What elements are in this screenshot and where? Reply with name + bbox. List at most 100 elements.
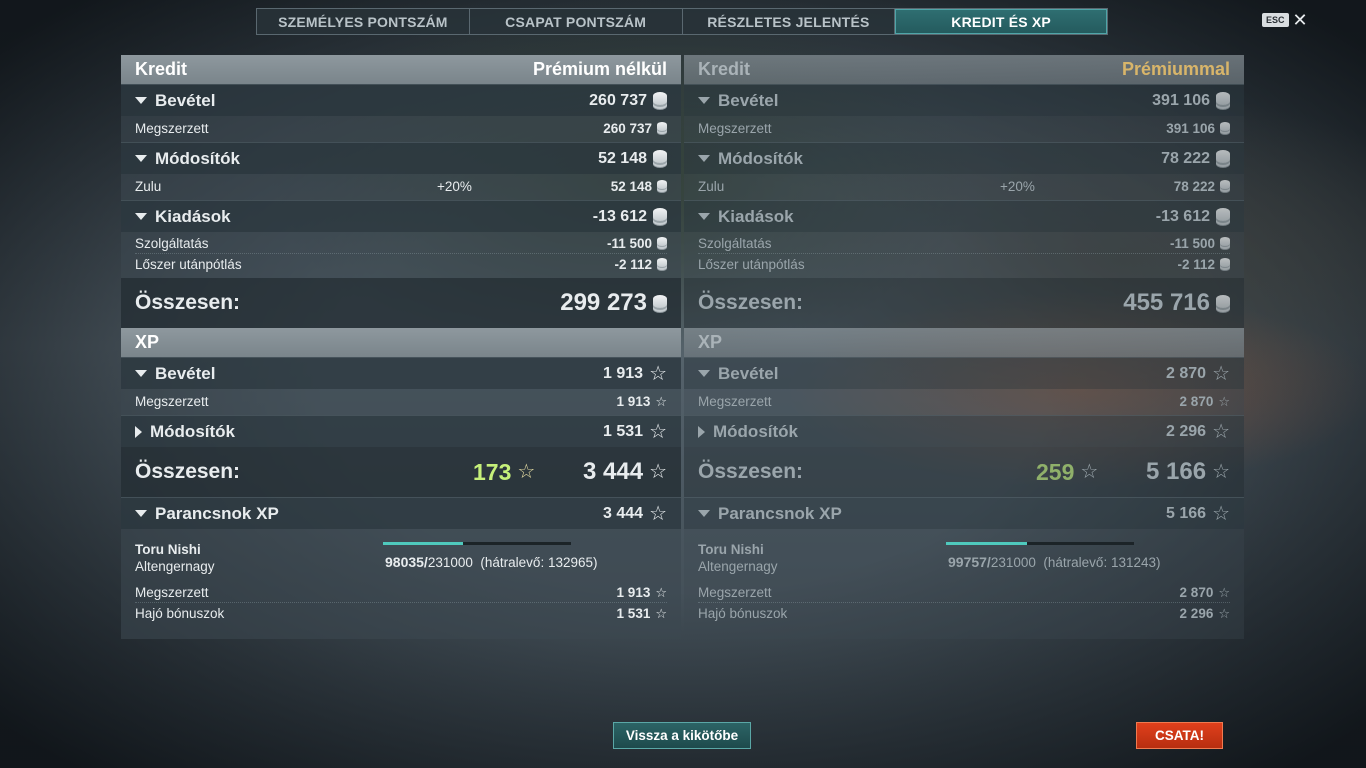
credits-icon <box>1216 150 1230 163</box>
xp-header-title: XP <box>698 332 723 352</box>
collapse-arrow-icon <box>135 213 147 220</box>
xp-star-icon: ☆ <box>1212 420 1230 443</box>
esc-key-badge: ESC <box>1262 13 1289 27</box>
row-value: 78 222 <box>1173 178 1215 194</box>
credits-icon <box>1220 257 1230 267</box>
section-label: Kiadások <box>155 206 231 226</box>
section-value: 260 737 <box>589 91 647 109</box>
xp-star-icon: ☆ <box>1218 605 1230 621</box>
xp-modifiers-section[interactable]: Módosítók 1 531 ☆ <box>121 415 681 447</box>
credits-icon <box>653 208 667 221</box>
expand-arrow-icon <box>698 425 705 438</box>
commander-name: Toru Nishi <box>135 542 201 557</box>
commander-xp-section[interactable]: Parancsnok XP 3 444 ☆ <box>121 497 681 529</box>
tab-credit-xp[interactable]: KREDIT ÉS XP <box>895 9 1107 34</box>
row-label: Hajó bónuszok <box>698 605 788 621</box>
row-label: Lőszer utánpótlás <box>698 256 805 272</box>
xp-income-rows: Megszerzett 1 913 ☆ <box>121 389 681 415</box>
xp-income-section[interactable]: Bevétel 1 913 ☆ <box>121 357 681 389</box>
battle-button[interactable]: CSATA! <box>1136 722 1223 749</box>
section-label: Kiadások <box>718 206 794 226</box>
report-tabs: SZEMÉLYES PONTSZÁM CSAPAT PONTSZÁM RÉSZL… <box>256 8 1108 35</box>
row-label: Zulu <box>698 178 725 194</box>
credits-icon <box>657 121 667 131</box>
credits-icon <box>657 237 667 246</box>
collapse-arrow-icon <box>135 97 147 104</box>
xp-modifiers-section[interactable]: Módosítók 2 296 ☆ <box>684 415 1244 447</box>
progress-fill <box>383 542 463 545</box>
credit-total: Összesen: 455 716 <box>684 278 1244 328</box>
row-label: Megszerzett <box>698 585 772 600</box>
xp-star-icon: ☆ <box>1212 362 1230 385</box>
credit-header-title: Kredit <box>135 59 188 79</box>
xp-star-icon: ☆ <box>1212 461 1230 483</box>
collapse-arrow-icon <box>698 510 710 517</box>
commander-details: Toru Nishi Altengernagy 98035/231000 (há… <box>121 529 681 639</box>
credit-mode-label: Prémiummal <box>1121 59 1230 79</box>
credits-icon <box>653 294 667 308</box>
credit-income-section[interactable]: Bevétel 260 737 <box>121 84 681 116</box>
xp-current: 99757/ <box>948 554 991 570</box>
xp-income-section[interactable]: Bevétel 2 870 ☆ <box>684 357 1244 389</box>
total-value: 3 444 <box>583 458 644 485</box>
row-label: Megszerzett <box>135 585 209 600</box>
list-item: Megszerzett 2 870 ☆ <box>698 391 1230 411</box>
xp-header: XP <box>684 328 1244 357</box>
commander-rank: Altengernagy <box>698 559 778 574</box>
row-label: Szolgáltatás <box>135 236 209 251</box>
free-xp-star-icon: ☆ <box>1080 461 1099 483</box>
credit-expenses-section[interactable]: Kiadások -13 612 <box>121 200 681 232</box>
section-label: Módosítók <box>150 421 235 441</box>
tab-team-score[interactable]: CSAPAT PONTSZÁM <box>470 9 683 34</box>
credit-expense-rows: Szolgáltatás -11 500 Lőszer utánpótlás -… <box>684 232 1244 278</box>
back-to-port-button[interactable]: Vissza a kikötőbe <box>613 722 751 749</box>
credit-mode-label: Prémium nélkül <box>532 59 667 79</box>
close-control[interactable]: ESC ✕ <box>1262 11 1308 29</box>
section-label: Módosítók <box>718 148 803 168</box>
xp-star-icon: ☆ <box>649 420 667 443</box>
commander-xp-section[interactable]: Parancsnok XP 5 166 ☆ <box>684 497 1244 529</box>
section-value: 52 148 <box>598 149 647 167</box>
close-icon[interactable]: ✕ <box>1293 11 1308 29</box>
credits-icon <box>1216 208 1230 221</box>
row-value: 2 870 <box>1179 393 1214 409</box>
credits-icon <box>1216 294 1230 308</box>
section-label: Módosítók <box>713 421 798 441</box>
list-item: Lőszer utánpótlás -2 112 <box>698 254 1230 274</box>
list-item: Zulu +20% 78 222 <box>698 176 1230 196</box>
xp-total: Összesen: 259 ☆ 5 166 ☆ <box>684 447 1244 497</box>
section-value: -13 612 <box>592 207 647 225</box>
panel-without-premium: Kredit Prémium nélkül Bevétel 260 737 Me… <box>121 55 681 639</box>
row-value: 391 106 <box>1166 120 1215 136</box>
list-item: Szolgáltatás -11 500 <box>698 234 1230 254</box>
xp-current: 98035/ <box>385 554 428 570</box>
credits-icon <box>653 150 667 163</box>
tab-personal-score[interactable]: SZEMÉLYES PONTSZÁM <box>257 9 470 34</box>
credits-icon <box>1220 121 1230 131</box>
row-label: Megszerzett <box>698 120 772 136</box>
row-value: -11 500 <box>1169 236 1215 251</box>
credit-modifiers-section[interactable]: Módosítók 52 148 <box>121 142 681 174</box>
list-item: Hajó bónuszok 2 296 ☆ <box>698 603 1230 623</box>
section-value: 391 106 <box>1152 91 1210 109</box>
credits-icon <box>657 257 667 267</box>
credit-expenses-section[interactable]: Kiadások -13 612 <box>684 200 1244 232</box>
credit-modifiers-section[interactable]: Módosítók 78 222 <box>684 142 1244 174</box>
commander-xp-readout: 99757/231000 (hátralevő: 131243) <box>948 554 1160 570</box>
credits-icon <box>1216 92 1230 105</box>
xp-remaining: (hátralevő: 131243) <box>1043 555 1161 570</box>
tab-detailed-report[interactable]: RÉSZLETES JELENTÉS <box>683 9 896 34</box>
row-value: 1 913 <box>616 393 651 409</box>
row-value: -11 500 <box>606 236 652 251</box>
xp-star-icon: ☆ <box>1218 585 1230 600</box>
commander-progress-bar <box>946 542 1134 545</box>
credit-expense-rows: Szolgáltatás -11 500 Lőszer utánpótlás -… <box>121 232 681 278</box>
xp-header: XP <box>121 328 681 357</box>
list-item: Megszerzett 391 106 <box>698 118 1230 138</box>
section-value: 2 296 <box>1166 422 1207 440</box>
row-value: 2 870 <box>1179 585 1214 600</box>
credit-income-section[interactable]: Bevétel 391 106 <box>684 84 1244 116</box>
row-value: 260 737 <box>603 120 652 136</box>
credit-total: Összesen: 299 273 <box>121 278 681 328</box>
commander-progress-bar <box>383 542 571 545</box>
